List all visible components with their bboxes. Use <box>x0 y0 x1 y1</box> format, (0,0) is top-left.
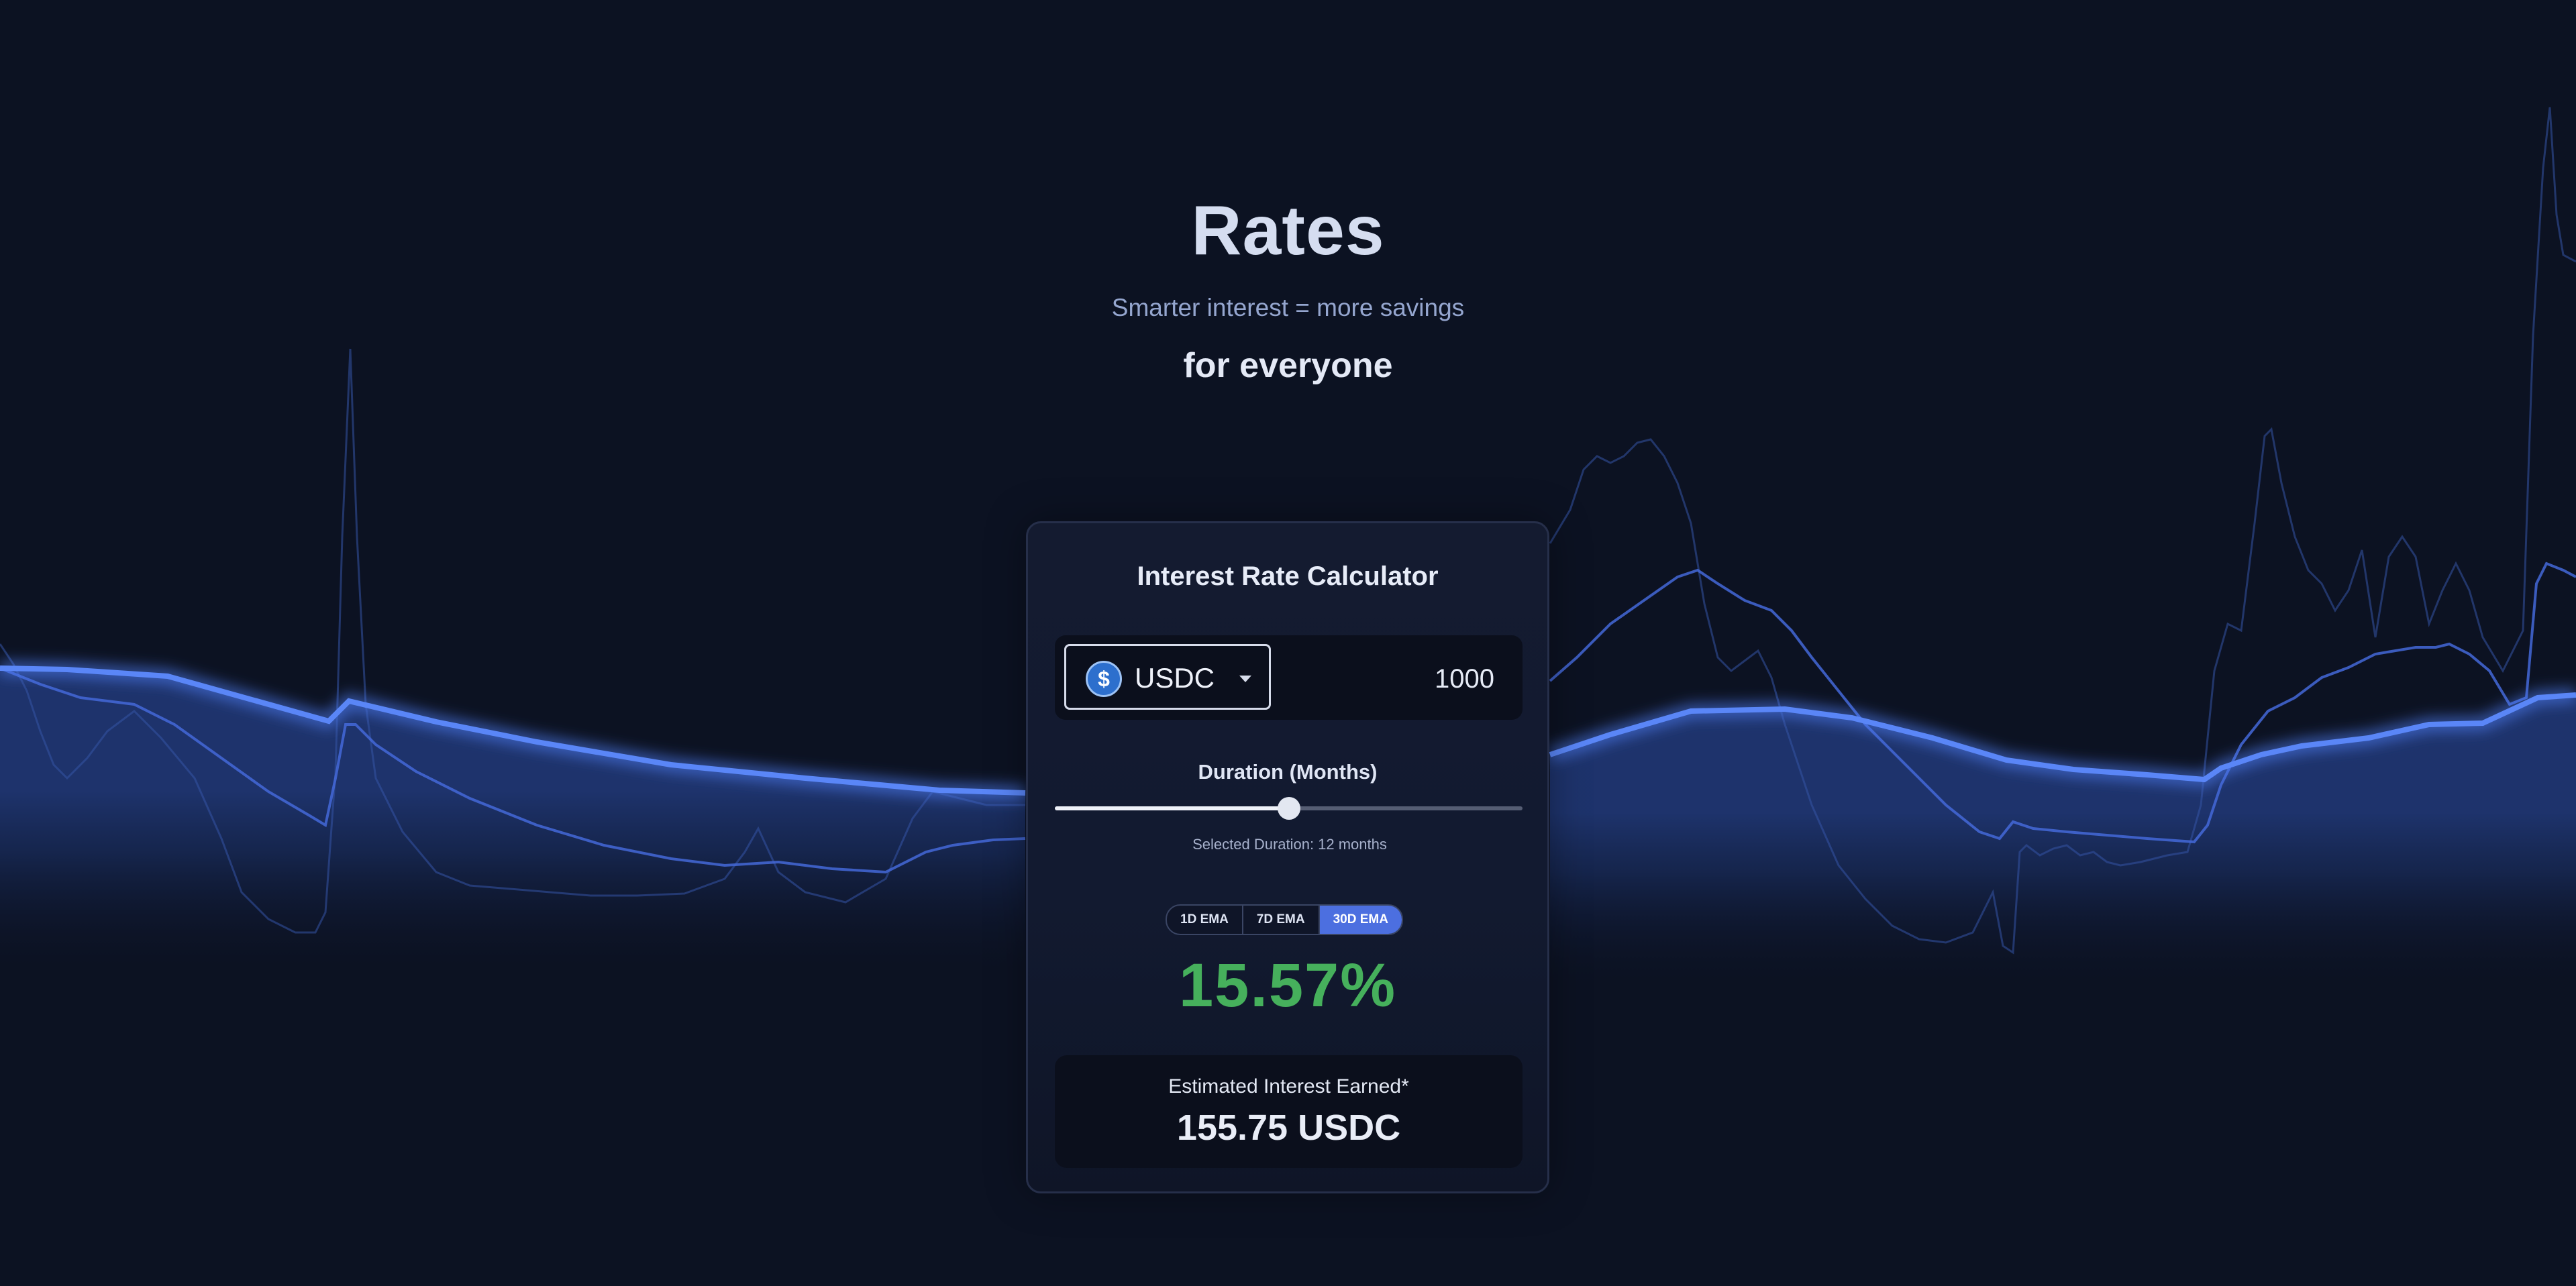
tab-1d-ema[interactable]: 1D EMA <box>1167 906 1243 934</box>
calculator-title: Interest Rate Calculator <box>1137 561 1439 591</box>
estimated-interest-box: Estimated Interest Earned* 155.75 USDC <box>1055 1055 1523 1168</box>
tab-30d-ema[interactable]: 30D EMA <box>1319 906 1402 934</box>
rates-page: Rates Smarter interest = more savings fo… <box>0 0 2576 1286</box>
page-tagline: for everyone <box>1183 346 1393 385</box>
selected-duration-label: Selected Duration: <box>1192 836 1315 853</box>
currency-label: USDC <box>1135 662 1215 694</box>
interest-calculator-card: Interest Rate Calculator $ USDC Duration… <box>1026 521 1549 1193</box>
estimated-interest-label: Estimated Interest Earned* <box>1168 1075 1409 1097</box>
chart-area-fill-right <box>1550 695 2576 1286</box>
tab-7d-ema[interactable]: 7D EMA <box>1243 906 1320 934</box>
interest-rate-value: 15.57% <box>1178 951 1397 1020</box>
currency-select[interactable]: $ USDC <box>1064 644 1271 710</box>
selected-duration: Selected Duration: 12 months <box>1028 836 1547 853</box>
chevron-down-icon <box>1239 676 1251 682</box>
duration-slider[interactable] <box>1055 797 1523 820</box>
duration-label: Duration (Months) <box>1198 760 1378 784</box>
chart-area-fill <box>0 668 1025 1286</box>
selected-duration-value: 12 months <box>1318 836 1387 853</box>
estimated-interest-value: 155.75 USDC <box>1176 1108 1401 1148</box>
ema-tab-group: 1D EMA 7D EMA 30D EMA <box>1166 904 1403 935</box>
amount-input[interactable] <box>1292 659 1496 698</box>
page-subtitle: Smarter interest = more savings <box>1111 294 1465 321</box>
duration-slider-fill <box>1055 806 1289 810</box>
amount-input-group: $ USDC <box>1055 635 1523 720</box>
duration-slider-thumb[interactable] <box>1277 797 1300 820</box>
usdc-coin-icon: $ <box>1086 661 1122 697</box>
page-title: Rates <box>1191 192 1385 270</box>
